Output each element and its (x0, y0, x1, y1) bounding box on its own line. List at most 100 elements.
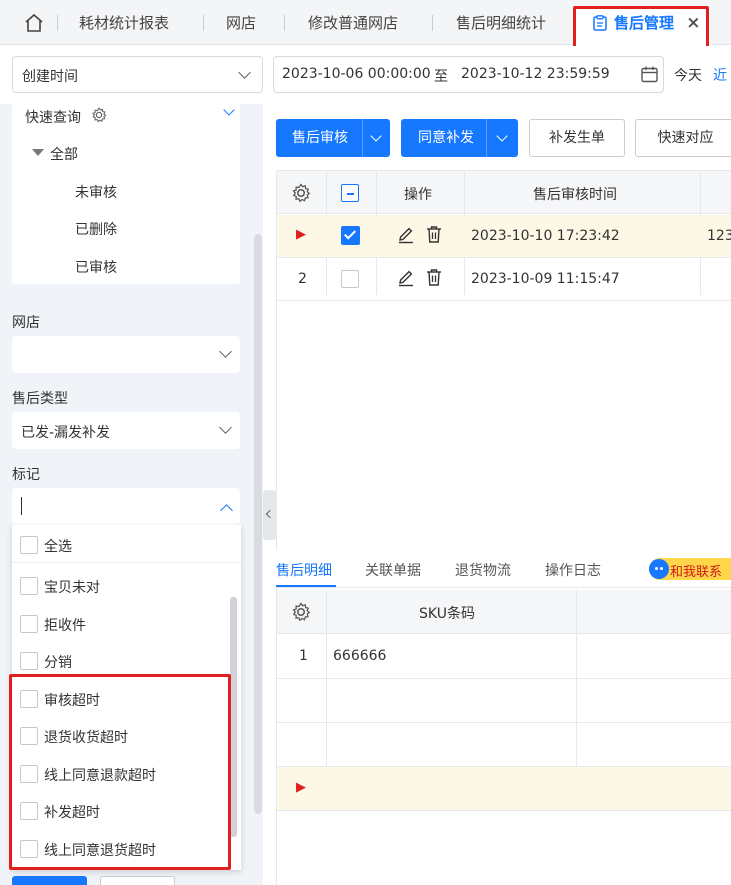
extra-cell: 123 (707, 228, 731, 244)
col-audit-time: 售后审核时间 (533, 187, 617, 203)
tree-item-unaudited[interactable]: 未审核 (75, 182, 117, 202)
tab-separator (432, 15, 433, 31)
tab-separator (284, 15, 285, 31)
row-number: 2 (298, 271, 307, 287)
row-marker: ▶ (296, 780, 306, 795)
quick-date-recent[interactable]: 近 (713, 65, 727, 85)
highlight-box-options (9, 674, 231, 870)
chevron-left-icon (265, 509, 275, 519)
quick-match-button[interactable]: 快速对应 (635, 119, 731, 157)
row-marker: ▶ (296, 227, 306, 242)
chevron-up-icon (220, 504, 233, 517)
sidebar-collapse-handle[interactable] (263, 490, 276, 540)
checkbox[interactable] (20, 536, 38, 554)
aftersale-audit-label: 售后审核 (292, 130, 348, 146)
main-panel: 售后审核 同意补发 补发生单 快速对应 操作 售后审核时间 ▶ 2023-10-… (276, 104, 731, 885)
mark-option-label: 全选 (44, 539, 72, 555)
agree-resend-label: 同意补发 (418, 130, 474, 146)
chevron-down-icon[interactable] (496, 130, 508, 142)
table-row[interactable]: 2 2023-10-09 11:15:47 (277, 258, 731, 301)
dot (655, 567, 658, 570)
mark-select-input[interactable] (12, 488, 240, 525)
detail-tabs: 售后明细 关联单据 退货物流 操作日志 和我联系 (276, 550, 731, 588)
row-checkbox-checked[interactable] (341, 226, 360, 245)
gear-icon[interactable] (291, 183, 311, 203)
checkbox[interactable] (20, 615, 38, 633)
reset-button[interactable] (100, 876, 175, 885)
filter-row: 创建时间 2023-10-06 00:00:00 至 2023-10-12 23… (0, 46, 731, 104)
row-checkbox[interactable] (341, 270, 359, 288)
date-range-separator: 至 (434, 69, 448, 85)
quick-date-today[interactable]: 今天 (674, 65, 702, 85)
home-icon[interactable] (24, 13, 44, 33)
edit-icon[interactable] (397, 226, 415, 244)
tab-consumable-report[interactable]: 耗材统计报表 (79, 0, 169, 45)
gear-icon[interactable] (91, 107, 107, 123)
quick-query-label: 快速查询 (25, 110, 81, 126)
gear-icon[interactable] (291, 602, 311, 622)
checkbox[interactable] (20, 652, 38, 670)
table-row[interactable]: ▶ (277, 767, 731, 811)
table-row[interactable]: ▶ 2023-10-10 17:23:42 123 (277, 215, 731, 258)
dot (660, 567, 663, 570)
tab-shop[interactable]: 网店 (226, 0, 256, 45)
tab-related-docs[interactable]: 关联单据 (365, 560, 421, 580)
tree-item-all[interactable]: 全部 (50, 144, 78, 164)
col-action: 操作 (404, 187, 432, 203)
tab-edit-shop[interactable]: 修改普通网店 (308, 0, 398, 45)
tree-item-audited[interactable]: 已审核 (75, 257, 117, 277)
calendar-icon[interactable] (641, 66, 658, 83)
agree-resend-button[interactable]: 同意补发 (401, 119, 518, 157)
table-row[interactable]: 1 666666 (277, 635, 731, 679)
chevron-down-icon (238, 66, 251, 79)
shop-select[interactable] (12, 336, 240, 373)
grid-header: 操作 售后审核时间 (277, 171, 731, 214)
chat-bubble-icon (649, 559, 669, 579)
date-type-value: 创建时间 (22, 69, 78, 85)
aftersale-grid: 操作 售后审核时间 ▶ 2023-10-10 17:23:42 123 2 20… (276, 170, 731, 610)
mark-option-label: 拒收件 (44, 618, 86, 634)
confirm-button[interactable] (12, 876, 87, 885)
row-number: 1 (299, 648, 308, 664)
table-row[interactable] (277, 679, 731, 723)
tab-return-logistics[interactable]: 退货物流 (455, 560, 511, 580)
tab-separator (203, 15, 204, 31)
mark-option[interactable]: 拒收件 (12, 606, 222, 642)
aftersale-type-select[interactable]: 已发-漏发补发 (12, 412, 240, 449)
chevron-down-icon (219, 345, 232, 358)
mark-option-label: 分销 (44, 655, 72, 671)
tab-aftersale-detail-stats[interactable]: 售后明细统计 (456, 0, 546, 45)
chevron-down-icon (219, 421, 232, 434)
date-type-select[interactable]: 创建时间 (12, 56, 263, 93)
aftersale-audit-button[interactable]: 售后审核 (276, 119, 390, 157)
table-row[interactable] (277, 723, 731, 767)
mark-option-select-all[interactable]: 全选 (12, 525, 241, 563)
aftersale-type-label: 售后类型 (12, 391, 68, 407)
detail-grid: SKU条码 1 666666 ▶ (276, 590, 731, 885)
tab-operation-log[interactable]: 操作日志 (545, 560, 601, 580)
date-range-picker[interactable]: 2023-10-06 00:00:00 至 2023-10-12 23:59:5… (273, 56, 664, 93)
chevron-down-icon[interactable] (223, 104, 235, 116)
date-end: 2023-10-12 23:59:59 (461, 66, 610, 82)
mark-option[interactable]: 宝贝未对 (12, 568, 222, 604)
select-all-checkbox[interactable] (341, 184, 359, 202)
sidebar-scrollbar[interactable] (254, 234, 262, 814)
checkbox[interactable] (20, 577, 38, 595)
contact-label: 和我联系 (670, 565, 723, 580)
text-cursor (21, 497, 22, 515)
check-icon (343, 227, 357, 240)
caret-down-icon[interactable] (32, 149, 44, 156)
tab-separator (57, 15, 58, 31)
trash-icon[interactable] (425, 225, 443, 244)
resend-order-button[interactable]: 补发生单 (529, 119, 625, 157)
audit-time: 2023-10-10 17:23:42 (471, 228, 620, 244)
tab-aftersale-detail[interactable]: 售后明细 (276, 560, 332, 580)
edit-icon[interactable] (397, 269, 415, 287)
chevron-down-icon[interactable] (370, 130, 382, 142)
shop-label: 网店 (12, 315, 40, 331)
mark-option-label: 宝贝未对 (44, 580, 100, 596)
trash-icon[interactable] (425, 268, 443, 287)
contact-badge[interactable]: 和我联系 (649, 558, 731, 580)
tree-item-deleted[interactable]: 已删除 (75, 219, 117, 239)
dropdown-scrollbar[interactable] (230, 597, 237, 837)
